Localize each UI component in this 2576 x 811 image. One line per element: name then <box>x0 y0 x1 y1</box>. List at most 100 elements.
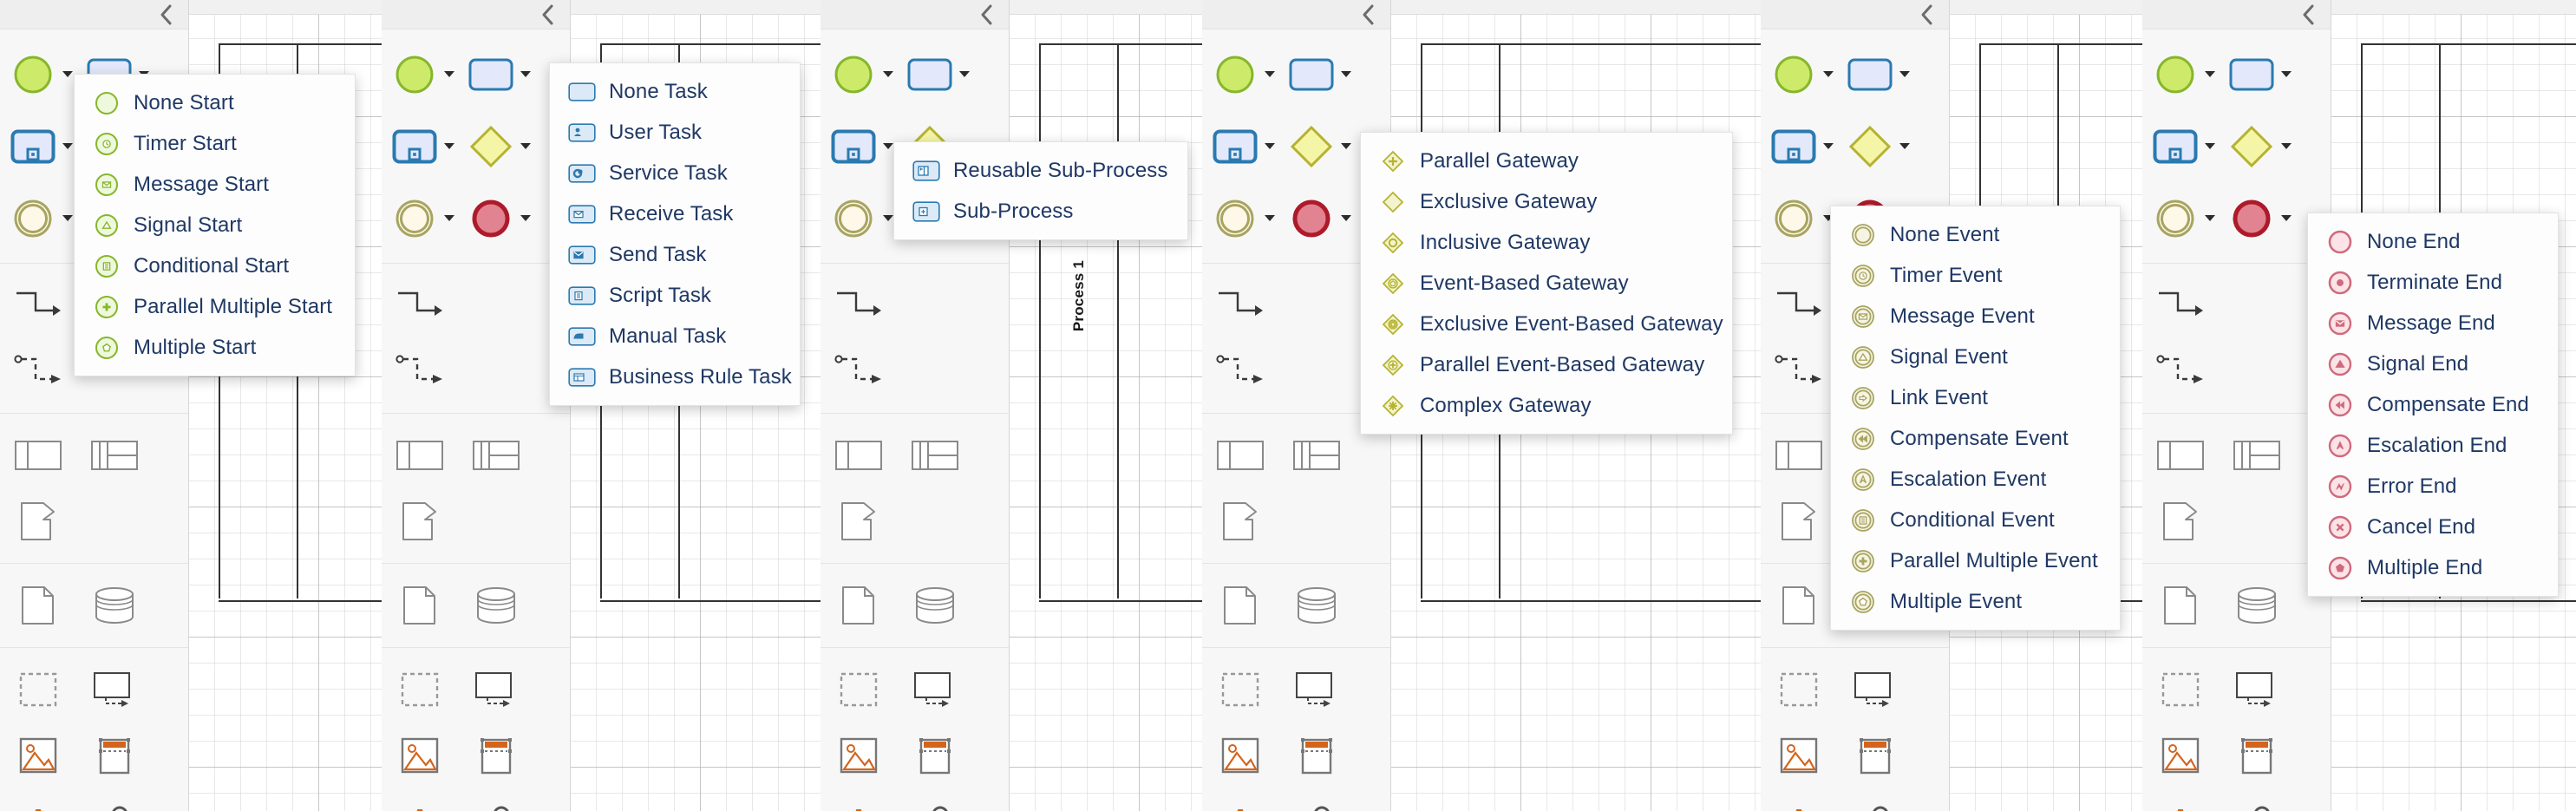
menu-item[interactable]: Compensate End <box>2308 384 2558 425</box>
pool-grid-icon[interactable] <box>470 431 522 480</box>
sub-process-icon[interactable] <box>1768 122 1820 171</box>
gateway-diamond-dropdown-caret[interactable] <box>520 143 531 149</box>
end-events-dropdown-menu[interactable]: None End Terminate End Message End Signa… <box>2307 213 2559 597</box>
sequence-flow-icon[interactable] <box>394 281 446 330</box>
chevron-left-icon[interactable] <box>977 4 997 24</box>
menu-item[interactable]: Compensate Event <box>1831 418 2120 459</box>
menu-item[interactable]: Timer Event <box>1831 255 2120 296</box>
intermediate-event-dropdown-caret[interactable] <box>444 215 454 221</box>
task-rounded-rect-dropdown-caret[interactable] <box>959 71 970 77</box>
sub-process-icon[interactable] <box>2149 122 2201 171</box>
menu-item[interactable]: Cancel End <box>2308 507 2558 547</box>
menu-item[interactable]: Multiple Event <box>1831 581 2120 622</box>
gateway-diamond-icon[interactable] <box>1844 122 1896 171</box>
text-tool-icon[interactable]: A <box>394 797 446 811</box>
start-event-circle-dropdown-caret[interactable] <box>883 71 893 77</box>
start-event-circle-dropdown-caret[interactable] <box>1265 71 1275 77</box>
data-object-icon[interactable] <box>1214 581 1266 630</box>
end-event-dropdown-caret[interactable] <box>520 215 531 221</box>
menu-item[interactable]: Event-Based Gateway <box>1361 263 1732 304</box>
sequence-flow-icon[interactable] <box>1214 281 1266 330</box>
text-annotation-icon[interactable] <box>2231 665 2283 714</box>
message-flow-icon[interactable] <box>394 347 446 396</box>
menu-item[interactable]: None Task <box>550 71 800 112</box>
data-object-icon[interactable] <box>1773 581 1825 630</box>
sub-process-dropdown-caret[interactable] <box>62 143 73 149</box>
intermediate-event-icon[interactable] <box>1209 194 1261 243</box>
menu-item[interactable]: User Task <box>550 112 800 153</box>
data-object-icon[interactable] <box>833 581 885 630</box>
end-event-icon[interactable] <box>2226 194 2278 243</box>
menu-item[interactable]: Multiple End <box>2308 547 2558 588</box>
start-event-circle-icon[interactable] <box>1209 50 1261 99</box>
sub-process-icon[interactable] <box>389 122 441 171</box>
container-icon[interactable] <box>2231 731 2283 780</box>
group-dashed-icon[interactable] <box>2154 665 2207 714</box>
settings-gears-icon[interactable] <box>470 797 522 811</box>
lane-icon[interactable] <box>2154 497 2207 546</box>
task-rounded-rect-dropdown-caret[interactable] <box>520 71 531 77</box>
image-icon[interactable] <box>394 731 446 780</box>
menu-item[interactable]: Message Start <box>75 164 355 205</box>
task-rounded-rect-dropdown-caret[interactable] <box>1341 71 1351 77</box>
lane-icon[interactable] <box>12 497 64 546</box>
intermediate-event-dropdown-caret[interactable] <box>1265 215 1275 221</box>
task-rounded-rect-dropdown-caret[interactable] <box>2281 71 2292 77</box>
start-events-dropdown-menu[interactable]: None Start Timer Start Message Start Sig… <box>74 74 356 376</box>
menu-item[interactable]: Send Task <box>550 234 800 275</box>
menu-item[interactable]: Signal End <box>2308 343 2558 384</box>
gateway-diamond-icon[interactable] <box>465 122 517 171</box>
menu-item[interactable]: Parallel Gateway <box>1361 141 1732 181</box>
gateway-diamond-icon[interactable] <box>2226 122 2278 171</box>
sub-processes-dropdown-menu[interactable]: Reusable Sub-Process Sub-Process <box>893 141 1188 240</box>
sub-process-dropdown-caret[interactable] <box>883 143 893 149</box>
lane-icon[interactable] <box>394 497 446 546</box>
sub-process-icon[interactable] <box>1209 122 1261 171</box>
pool-horizontal-icon[interactable] <box>833 431 885 480</box>
task-rounded-rect-icon[interactable] <box>1844 50 1896 99</box>
pool-horizontal-icon[interactable] <box>394 431 446 480</box>
pool-horizontal-icon[interactable] <box>12 431 64 480</box>
sub-process-dropdown-caret[interactable] <box>1265 143 1275 149</box>
group-dashed-icon[interactable] <box>1214 665 1266 714</box>
image-icon[interactable] <box>12 731 64 780</box>
sequence-flow-icon[interactable] <box>12 281 64 330</box>
task-rounded-rect-dropdown-caret[interactable] <box>1899 71 1910 77</box>
menu-item[interactable]: Inclusive Gateway <box>1361 222 1732 263</box>
menu-item[interactable]: Parallel Multiple Start <box>75 286 355 327</box>
start-event-circle-dropdown-caret[interactable] <box>62 71 73 77</box>
image-icon[interactable] <box>833 731 885 780</box>
settings-gears-icon[interactable] <box>909 797 961 811</box>
text-tool-icon[interactable]: A <box>1773 797 1825 811</box>
menu-item[interactable]: Business Rule Task <box>550 356 800 397</box>
container-icon[interactable] <box>1849 731 1901 780</box>
text-tool-icon[interactable]: A <box>2154 797 2207 811</box>
message-flow-icon[interactable] <box>1214 347 1266 396</box>
data-store-icon[interactable] <box>909 581 961 630</box>
data-object-icon[interactable] <box>2154 581 2207 630</box>
data-object-icon[interactable] <box>394 581 446 630</box>
group-dashed-icon[interactable] <box>1773 665 1825 714</box>
pool-horizontal-icon[interactable] <box>1214 431 1266 480</box>
container-icon[interactable] <box>88 731 141 780</box>
sub-process-dropdown-caret[interactable] <box>1823 143 1834 149</box>
gateways-dropdown-menu[interactable]: Parallel Gateway Exclusive Gateway Inclu… <box>1360 132 1733 435</box>
container-icon[interactable] <box>909 731 961 780</box>
data-store-icon[interactable] <box>1291 581 1343 630</box>
start-event-circle-dropdown-caret[interactable] <box>1823 71 1834 77</box>
text-annotation-icon[interactable] <box>1849 665 1901 714</box>
menu-item[interactable]: Complex Gateway <box>1361 385 1732 426</box>
message-flow-icon[interactable] <box>2154 347 2207 396</box>
menu-item[interactable]: Parallel Multiple Event <box>1831 540 2120 581</box>
end-event-icon[interactable] <box>1285 194 1337 243</box>
end-event-icon[interactable] <box>465 194 517 243</box>
chevron-left-icon[interactable] <box>157 4 176 24</box>
menu-item[interactable]: Conditional Event <box>1831 500 2120 540</box>
chevron-left-icon[interactable] <box>1918 4 1937 24</box>
start-event-circle-dropdown-caret[interactable] <box>2205 71 2215 77</box>
data-store-icon[interactable] <box>88 581 141 630</box>
container-icon[interactable] <box>470 731 522 780</box>
menu-item[interactable]: Manual Task <box>550 316 800 356</box>
intermediate-event-icon[interactable] <box>2149 194 2201 243</box>
group-dashed-icon[interactable] <box>394 665 446 714</box>
